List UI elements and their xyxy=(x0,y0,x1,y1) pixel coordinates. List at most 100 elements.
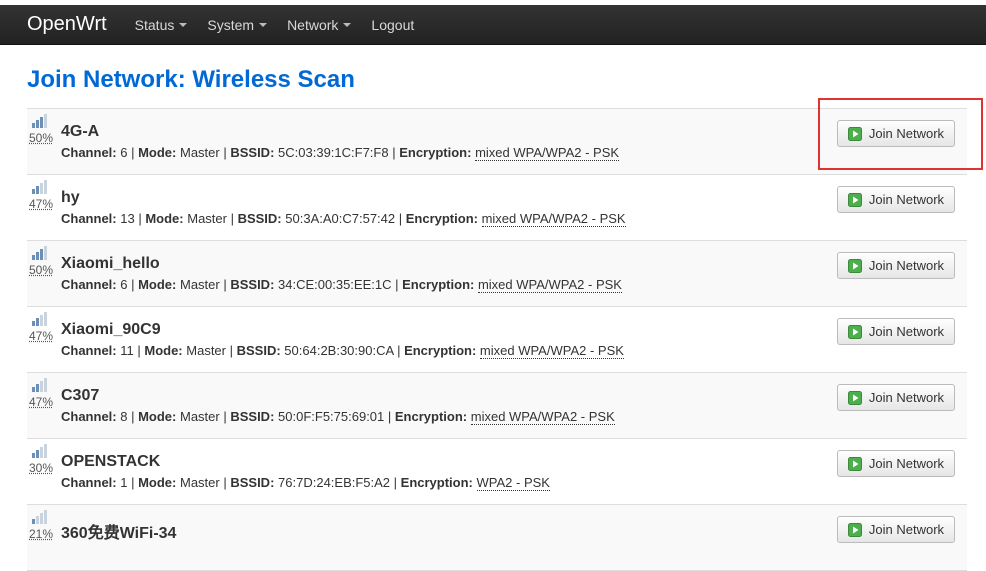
encryption-label: Encryption: xyxy=(406,211,478,226)
join-network-label: Join Network xyxy=(869,258,944,273)
channel-label: Channel: xyxy=(61,277,117,292)
signal-percent: 47% xyxy=(29,329,55,343)
network-row: 50% 4G-A Channel: 6 | Mode: Master | BSSID… xyxy=(27,109,967,175)
mode-value: Master xyxy=(180,277,220,292)
network-details: Channel: 6 | Mode: Master | BSSID: 34:CE… xyxy=(61,277,622,292)
menu-item-system[interactable]: System xyxy=(197,17,277,33)
menu-item-label: System xyxy=(207,17,254,33)
encryption-label: Encryption: xyxy=(395,409,467,424)
join-network-label: Join Network xyxy=(869,390,944,405)
bssid-label: BSSID: xyxy=(230,475,274,490)
menu-item-label: Logout xyxy=(371,17,414,33)
join-network-button[interactable]: Join Network xyxy=(837,516,955,543)
join-network-label: Join Network xyxy=(869,126,944,141)
signal-percent: 50% xyxy=(29,263,55,277)
signal-bars-icon xyxy=(31,245,47,261)
channel-value: 8 xyxy=(120,409,127,424)
network-row: 47% C307 Channel: 8 | Mode: Master | BSSID… xyxy=(27,373,967,439)
join-network-button[interactable]: Join Network xyxy=(837,186,955,213)
mode-value: Master xyxy=(187,211,227,226)
page-title: Join Network: Wireless Scan xyxy=(27,66,355,94)
mode-label: Mode: xyxy=(138,145,176,160)
network-row: 50% Xiaomi_hello Channel: 6 | Mode: Master… xyxy=(27,241,967,307)
signal-bars-icon xyxy=(31,311,47,327)
menu-item-network[interactable]: Network xyxy=(277,17,361,33)
network-row: 30% OPENSTACK Channel: 1 | Mode: Master | … xyxy=(27,439,967,505)
signal-percent: 21% xyxy=(29,527,55,541)
signal-strength: 21% xyxy=(29,509,55,541)
signal-strength: 47% xyxy=(29,377,55,409)
mode-label: Mode: xyxy=(144,343,182,358)
play-icon xyxy=(848,325,862,339)
play-icon xyxy=(848,391,862,405)
channel-label: Channel: xyxy=(61,475,117,490)
signal-bars-icon xyxy=(31,509,47,525)
menu-item-label: Network xyxy=(287,17,338,33)
join-network-button[interactable]: Join Network xyxy=(837,120,955,147)
join-network-label: Join Network xyxy=(869,522,944,537)
bssid-label: BSSID: xyxy=(238,211,282,226)
caret-down-icon xyxy=(179,23,187,27)
menu-item-status[interactable]: Status xyxy=(125,17,198,33)
network-ssid: 360免费WiFi-34 xyxy=(61,519,176,543)
brand-logo[interactable]: OpenWrt xyxy=(27,13,107,36)
network-ssid: Xiaomi_hello xyxy=(61,255,160,273)
channel-value: 6 xyxy=(120,277,127,292)
encryption-label: Encryption: xyxy=(399,145,471,160)
bssid-value: 34:CE:00:35:EE:1C xyxy=(278,277,391,292)
signal-bars-icon xyxy=(31,377,47,393)
signal-strength: 47% xyxy=(29,311,55,343)
bssid-value: 50:64:2B:30:90:CA xyxy=(284,343,393,358)
bssid-value: 50:3A:A0:C7:57:42 xyxy=(285,211,395,226)
network-details: Channel: 1 | Mode: Master | BSSID: 76:7D… xyxy=(61,475,550,490)
join-network-label: Join Network xyxy=(869,456,944,471)
network-details: Channel: 11 | Mode: Master | BSSID: 50:6… xyxy=(61,343,624,358)
join-network-button[interactable]: Join Network xyxy=(837,318,955,345)
channel-value: 13 xyxy=(120,211,134,226)
channel-label: Channel: xyxy=(61,145,117,160)
play-icon xyxy=(848,193,862,207)
network-row: 47% hy Channel: 13 | Mode: Master | BSSID:… xyxy=(27,175,967,241)
bssid-label: BSSID: xyxy=(237,343,281,358)
network-ssid: Xiaomi_90C9 xyxy=(61,321,161,339)
network-ssid: hy xyxy=(61,189,80,207)
mode-value: Master xyxy=(186,343,226,358)
encryption-value: mixed WPA/WPA2 - PSK xyxy=(478,277,622,293)
encryption-value: WPA2 - PSK xyxy=(477,475,550,491)
encryption-value: mixed WPA/WPA2 - PSK xyxy=(471,409,615,425)
signal-percent: 30% xyxy=(29,461,55,475)
join-network-label: Join Network xyxy=(869,324,944,339)
channel-label: Channel: xyxy=(61,343,117,358)
mode-label: Mode: xyxy=(145,211,183,226)
mode-label: Mode: xyxy=(138,409,176,424)
join-network-label: Join Network xyxy=(869,192,944,207)
navbar: OpenWrt Status System Network Logout xyxy=(0,5,986,45)
encryption-value: mixed WPA/WPA2 - PSK xyxy=(482,211,626,227)
mode-value: Master xyxy=(180,145,220,160)
caret-down-icon xyxy=(343,23,351,27)
signal-percent: 47% xyxy=(29,197,55,211)
join-network-button[interactable]: Join Network xyxy=(837,252,955,279)
channel-value: 11 xyxy=(120,343,134,358)
menu-item-label: Status xyxy=(135,17,175,33)
signal-percent: 50% xyxy=(29,131,55,145)
caret-down-icon xyxy=(259,23,267,27)
bssid-label: BSSID: xyxy=(230,145,274,160)
menu-item-logout[interactable]: Logout xyxy=(361,17,424,33)
main-menu: Status System Network Logout xyxy=(125,17,425,33)
signal-strength: 50% xyxy=(29,245,55,277)
encryption-value: mixed WPA/WPA2 - PSK xyxy=(480,343,624,359)
network-list: 50% 4G-A Channel: 6 | Mode: Master | BSSID… xyxy=(27,108,967,571)
network-details: Channel: 8 | Mode: Master | BSSID: 50:0F… xyxy=(61,409,615,424)
signal-bars-icon xyxy=(31,113,47,129)
signal-bars-icon xyxy=(31,179,47,195)
play-icon xyxy=(848,127,862,141)
join-network-button[interactable]: Join Network xyxy=(837,450,955,477)
encryption-label: Encryption: xyxy=(401,475,473,490)
network-ssid: 4G-A xyxy=(61,123,99,141)
play-icon xyxy=(848,523,862,537)
network-ssid: C307 xyxy=(61,387,99,405)
mode-value: Master xyxy=(180,475,220,490)
join-network-button[interactable]: Join Network xyxy=(837,384,955,411)
signal-bars-icon xyxy=(31,443,47,459)
